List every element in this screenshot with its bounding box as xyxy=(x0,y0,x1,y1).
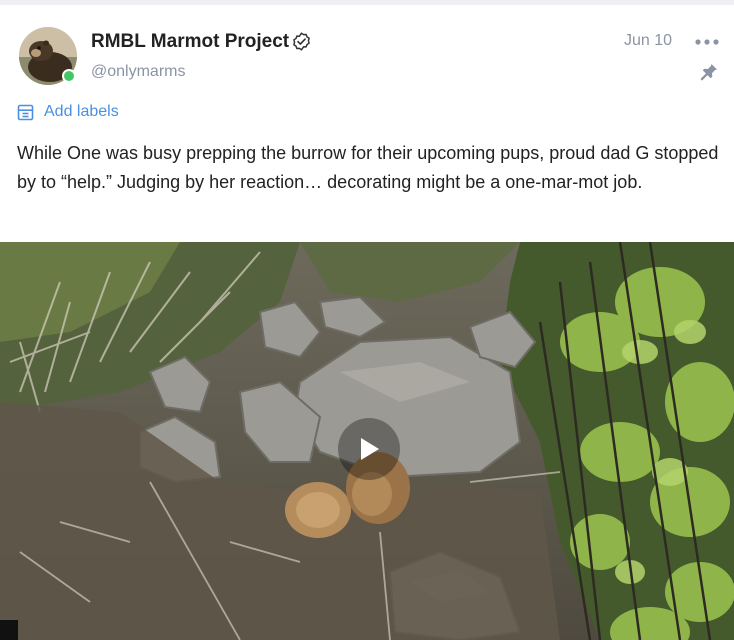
author-handle[interactable]: @onlymarms xyxy=(91,62,185,82)
pin-icon[interactable] xyxy=(699,62,719,82)
play-icon xyxy=(361,438,379,460)
post-date[interactable]: Jun 10 xyxy=(624,31,672,51)
add-labels-button[interactable]: Add labels xyxy=(17,101,119,123)
camera-watermark-icon xyxy=(0,620,18,640)
online-status-dot xyxy=(62,69,76,83)
top-divider xyxy=(0,0,734,5)
play-button[interactable] xyxy=(338,418,400,480)
author-display-name[interactable]: RMBL Marmot Project xyxy=(91,31,289,53)
verified-badge-icon xyxy=(293,32,310,51)
label-icon xyxy=(17,104,34,120)
more-dots-icon[interactable] xyxy=(694,32,720,52)
post-body-text: While One was busy prepping the burrow f… xyxy=(17,143,719,192)
add-labels-label: Add labels xyxy=(44,103,119,120)
